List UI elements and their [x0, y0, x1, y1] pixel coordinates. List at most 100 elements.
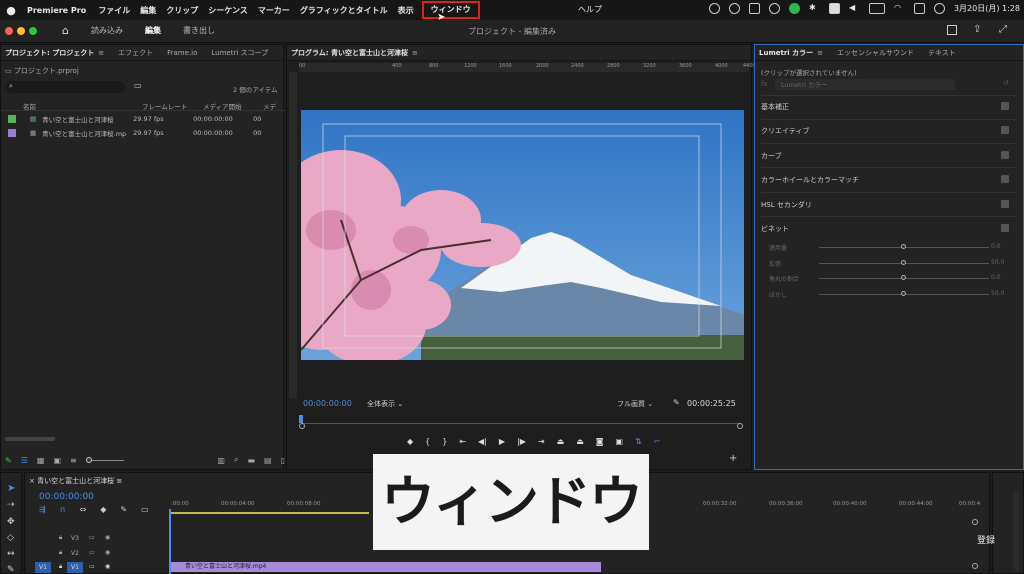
- program-title[interactable]: プログラム: 青い空と富士山と河津桜: [291, 48, 408, 58]
- go-to-in-icon[interactable]: ⇤: [459, 437, 466, 446]
- new-bin-footer-icon[interactable]: ▬: [247, 456, 255, 465]
- trash-icon[interactable]: ▯: [281, 456, 285, 465]
- add-marker-icon[interactable]: ◆: [407, 437, 413, 446]
- panel-menu-icon[interactable]: ≡: [412, 49, 418, 57]
- sync-lock-icon[interactable]: ▭: [89, 549, 95, 556]
- track-select-tool-icon[interactable]: ⇢: [7, 500, 15, 510]
- clipboard-icon[interactable]: [748, 3, 760, 14]
- proxy-icon[interactable]: ⇅: [635, 437, 642, 446]
- horizontal-scrollbar[interactable]: [5, 437, 55, 441]
- slider-knob[interactable]: [901, 291, 906, 296]
- menu-sequence[interactable]: シーケンス: [203, 5, 253, 16]
- section-color-wheels[interactable]: カラーホイールとカラーマッチ: [761, 175, 859, 185]
- tab-lumetri-scopes[interactable]: Lumetri スコープ: [211, 48, 268, 58]
- menu-file[interactable]: ファイル: [93, 5, 135, 16]
- new-bin-icon[interactable]: ▭: [134, 81, 142, 90]
- fx-icon[interactable]: fx: [761, 80, 768, 88]
- section-checkbox[interactable]: [1001, 151, 1009, 159]
- go-to-out-icon[interactable]: ⇥: [538, 437, 545, 446]
- search-input[interactable]: ⌕: [5, 81, 125, 93]
- col-fps[interactable]: フレームレート: [142, 101, 187, 111]
- menu-app-name[interactable]: Premiere Pro: [22, 6, 93, 15]
- pen-tool-icon[interactable]: ✎: [7, 565, 15, 574]
- step-forward-icon[interactable]: |▶: [517, 437, 526, 446]
- panel-menu-icon[interactable]: ≡: [114, 477, 122, 485]
- track-label-v3[interactable]: V3: [71, 535, 79, 542]
- sort-icon[interactable]: ≡: [70, 456, 77, 465]
- automate-icon[interactable]: ▥: [217, 456, 225, 465]
- reset-icon[interactable]: ↺: [1003, 79, 1009, 87]
- siri-icon[interactable]: [933, 3, 945, 14]
- col-media-end[interactable]: メデ: [263, 101, 276, 111]
- eye-icon[interactable]: ◉: [105, 534, 110, 541]
- section-checkbox[interactable]: [1001, 175, 1009, 183]
- preset-dropdown[interactable]: Lumetri カラー: [775, 79, 955, 90]
- section-checkbox[interactable]: [1001, 200, 1009, 208]
- extract-icon[interactable]: ⏏: [576, 437, 584, 446]
- input-source-icon[interactable]: [828, 3, 840, 14]
- tab-frameio[interactable]: Frame.io: [167, 49, 197, 57]
- table-row[interactable]: ▦ 青い空と富士山と河津桜.mp 29.97 fps 00:00:00:00 0…: [1, 126, 283, 140]
- tab-effects[interactable]: エフェクト: [118, 48, 153, 58]
- col-name[interactable]: 名前: [23, 101, 36, 111]
- track-label-v2[interactable]: V2: [71, 550, 79, 557]
- vignette-feather-value[interactable]: 50.0: [991, 290, 1004, 297]
- freeform-view-icon[interactable]: ▣: [53, 456, 61, 465]
- vertical-scroll-handle[interactable]: [972, 519, 978, 525]
- play-icon[interactable]: ▶: [499, 437, 505, 446]
- gear-icon[interactable]: [768, 3, 780, 14]
- tab-lumetri-color[interactable]: Lumetri カラー: [759, 48, 813, 58]
- section-hsl-secondary[interactable]: HSL セカンダリ: [761, 200, 812, 210]
- find-icon[interactable]: ⌕: [234, 455, 238, 465]
- timeline-timecode[interactable]: 00:00:00:00: [39, 492, 94, 502]
- lock-icon[interactable]: 🔒︎: [59, 549, 62, 557]
- quality-select[interactable]: フル画質 ⌄: [617, 399, 653, 409]
- slider-knob[interactable]: [901, 260, 906, 265]
- vignette-amount-value[interactable]: 0.0: [991, 243, 1001, 250]
- list-view-icon[interactable]: ☰: [21, 456, 28, 465]
- section-checkbox[interactable]: [1001, 102, 1009, 110]
- vignette-roundness-value[interactable]: 0.0: [991, 274, 1001, 281]
- fullscreen-icon[interactable]: ⤢: [999, 24, 1007, 35]
- menu-view[interactable]: 表示: [393, 5, 419, 16]
- sync-lock-icon[interactable]: ▭: [89, 534, 95, 541]
- menu-help[interactable]: ヘルプ: [578, 4, 602, 15]
- apple-icon[interactable]: ●: [0, 4, 22, 17]
- menu-marker[interactable]: マーカー: [253, 5, 295, 16]
- razor-tool-icon[interactable]: ◇: [7, 533, 14, 543]
- control-center-icon[interactable]: [913, 3, 925, 14]
- section-basic-correction[interactable]: 基本補正: [761, 102, 789, 112]
- pencil-icon[interactable]: ✎: [5, 456, 12, 465]
- eye-icon[interactable]: ◉: [105, 563, 110, 570]
- nest-icon[interactable]: ⇶: [39, 505, 46, 514]
- captions-icon[interactable]: ▭: [141, 505, 149, 514]
- playhead-bar[interactable]: [301, 423, 741, 424]
- table-row[interactable]: ▤ 青い空と富士山と河津桜 29.97 fps 00:00:00:00 00: [1, 112, 283, 126]
- col-media-start[interactable]: メディア開始: [203, 101, 242, 111]
- volume-icon[interactable]: ◀: [849, 3, 860, 14]
- timeline-tab[interactable]: × 青い空と富士山と河津桜 ≡: [29, 476, 122, 486]
- menu-graphics[interactable]: グラフィックとタイトル: [295, 5, 393, 16]
- bluetooth-icon[interactable]: ✱: [809, 3, 820, 14]
- ripple-edit-tool-icon[interactable]: ✥: [7, 517, 15, 527]
- vignette-midpoint-value[interactable]: 50.0: [991, 259, 1004, 266]
- lock-icon[interactable]: 🔒︎: [59, 563, 62, 571]
- vertical-scroll-handle[interactable]: [972, 563, 978, 569]
- record-icon[interactable]: [708, 3, 720, 14]
- menu-clip[interactable]: クリップ: [161, 5, 203, 16]
- section-vignette[interactable]: ビネット: [761, 224, 789, 234]
- wifi-icon[interactable]: ◠: [894, 3, 905, 14]
- add-marker-icon[interactable]: ◆: [100, 505, 106, 514]
- section-creative[interactable]: クリエイティブ: [761, 126, 809, 136]
- menu-clock[interactable]: 3月20日(月) 1:28: [954, 3, 1020, 14]
- share-icon[interactable]: ⇪: [973, 24, 981, 35]
- section-curves[interactable]: カーブ: [761, 151, 782, 161]
- step-back-icon[interactable]: ◀|: [478, 437, 487, 446]
- compare-icon[interactable]: ▣: [616, 437, 624, 446]
- selection-tool-icon[interactable]: ➤: [7, 483, 15, 494]
- quick-export-icon[interactable]: [947, 25, 957, 35]
- close-icon[interactable]: ×: [29, 477, 37, 485]
- tab-text[interactable]: テキスト: [928, 48, 956, 58]
- sync-lock-icon[interactable]: ▭: [89, 563, 95, 570]
- vr-icon[interactable]: ⌐: [654, 437, 661, 446]
